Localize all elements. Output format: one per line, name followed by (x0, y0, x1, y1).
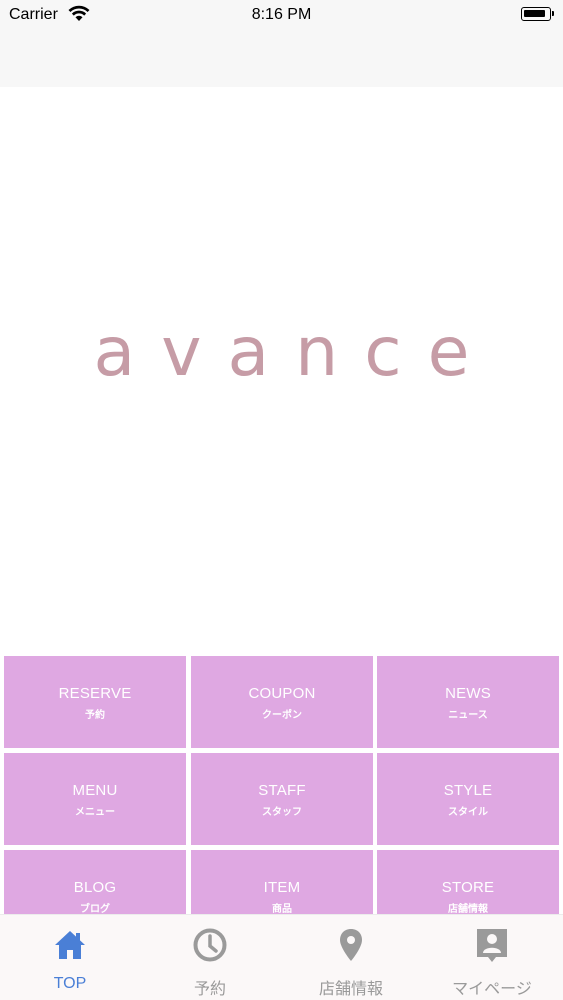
tile-subtitle: 商品 (272, 904, 292, 914)
navigation-bar (0, 30, 563, 87)
status-bar: Carrier 8:16 PM (0, 0, 563, 30)
tile-subtitle: スタイル (448, 807, 488, 818)
tab-reserve[interactable]: 予約 (140, 915, 280, 1000)
menu-grid: RESERVE 予約 COUPON クーポン NEWS ニュース MENU メニ… (4, 656, 559, 914)
tile-title: STAFF (258, 782, 306, 799)
tile-subtitle: スタッフ (262, 807, 302, 818)
tab-label: 予約 (193, 981, 226, 998)
tab-label: マイページ (452, 981, 532, 998)
tile-subtitle: クーポン (262, 710, 302, 721)
tab-label: TOP (53, 975, 87, 992)
tab-store-info[interactable]: 店舗情報 (281, 915, 421, 1000)
style-tile[interactable]: STYLE スタイル (377, 753, 559, 845)
tile-subtitle: ブログ (80, 904, 110, 914)
tab-mypage[interactable]: マイページ (422, 915, 562, 1000)
tile-title: STORE (441, 879, 495, 896)
tile-title: COUPON (248, 685, 316, 702)
tab-label: 店舗情報 (318, 981, 383, 998)
news-tile[interactable]: NEWS ニュース (377, 656, 559, 748)
tile-title: BLOG (73, 879, 117, 896)
clock-time: 8:16 PM (251, 6, 312, 23)
home-icon (52, 927, 88, 963)
tab-top[interactable]: TOP (0, 915, 140, 1000)
menu-tile[interactable]: MENU メニュー (4, 753, 186, 845)
item-tile[interactable]: ITEM 商品 (191, 850, 373, 914)
staff-tile[interactable]: STAFF スタッフ (191, 753, 373, 845)
battery-icon (521, 7, 554, 21)
store-tile[interactable]: STORE 店舗情報 (377, 850, 559, 914)
clock-icon (192, 927, 228, 963)
tile-title: RESERVE (58, 685, 132, 702)
blog-tile[interactable]: BLOG ブログ (4, 850, 186, 914)
tile-title: ITEM (263, 879, 301, 896)
tab-bar: TOP 予約 店舗情報 マイページ (0, 914, 563, 1000)
tile-subtitle: 予約 (85, 710, 105, 721)
location-pin-icon (333, 927, 369, 963)
reserve-tile[interactable]: RESERVE 予約 (4, 656, 186, 748)
tile-subtitle: ニュース (448, 710, 488, 721)
tile-title: STYLE (443, 782, 493, 799)
tile-subtitle: メニュー (75, 807, 115, 818)
tile-subtitle: 店舗情報 (448, 904, 488, 914)
tile-title: MENU (72, 782, 118, 799)
brand-logo: avance (93, 313, 496, 392)
coupon-tile[interactable]: COUPON クーポン (191, 656, 373, 748)
profile-badge-icon (474, 927, 510, 963)
tile-title: NEWS (445, 685, 491, 702)
